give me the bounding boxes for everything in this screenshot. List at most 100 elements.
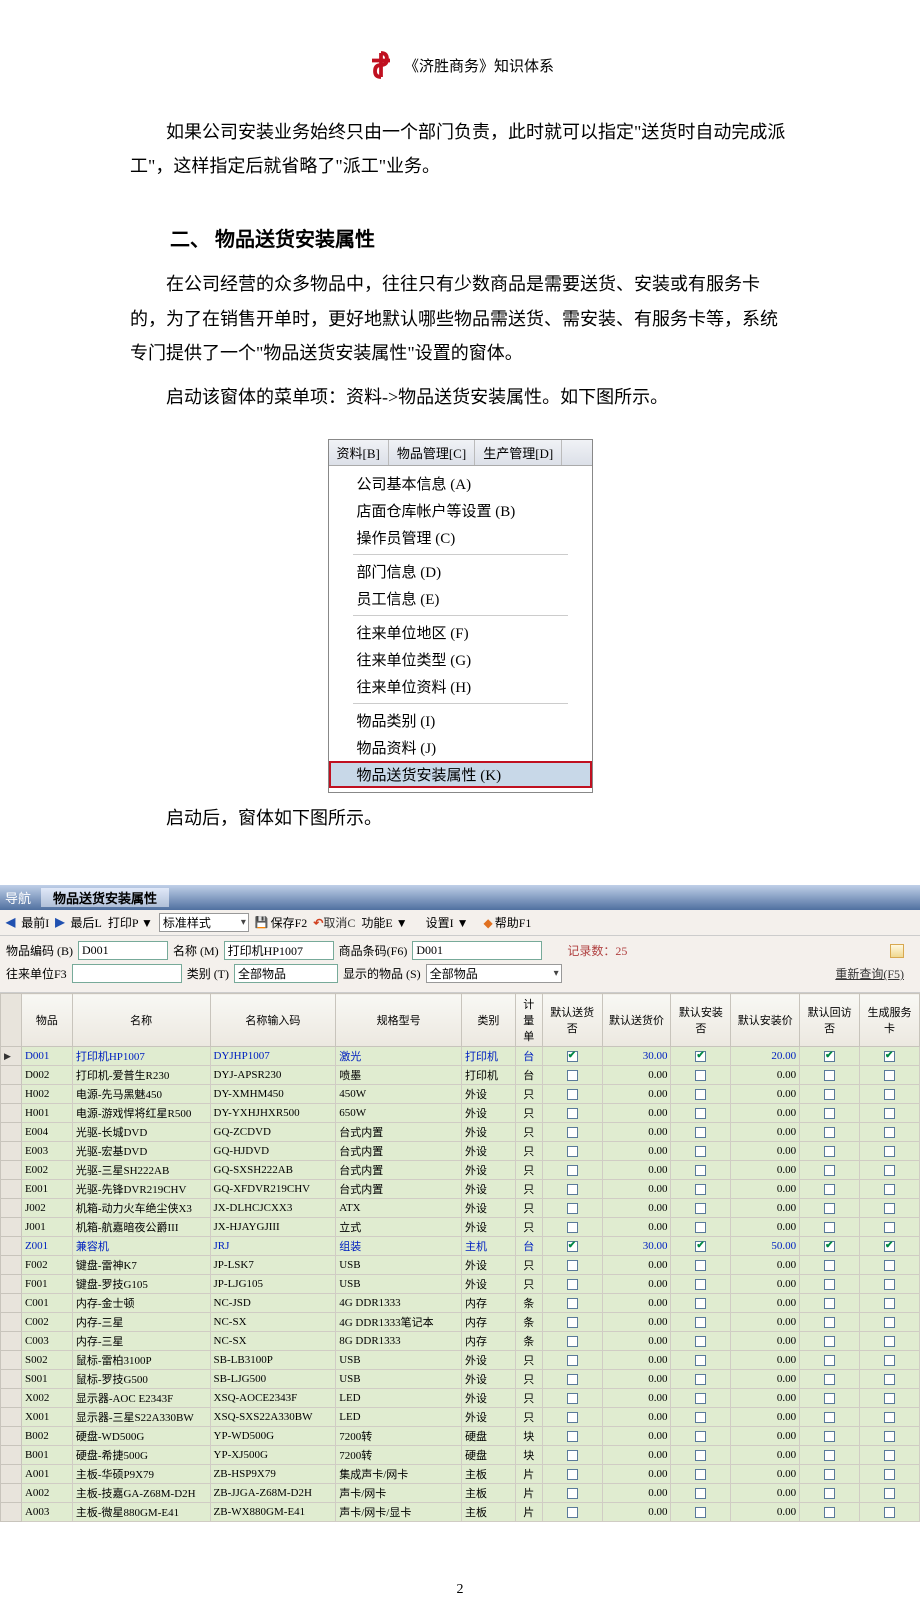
checkbox-icon[interactable] bbox=[567, 1241, 578, 1252]
checkbox-icon[interactable] bbox=[884, 1146, 895, 1157]
save-button[interactable]: 保存F2 bbox=[255, 914, 307, 931]
checkbox-icon[interactable] bbox=[695, 1412, 706, 1423]
checkbox-icon[interactable] bbox=[695, 1507, 706, 1518]
checkbox-icon[interactable] bbox=[695, 1450, 706, 1461]
table-row[interactable]: H002电源-先马黑魅450DY-XMHM450450W外设只0.000.00 bbox=[1, 1085, 920, 1104]
checkbox-icon[interactable] bbox=[824, 1412, 835, 1423]
checkbox-icon[interactable] bbox=[824, 1431, 835, 1442]
checkbox-icon[interactable] bbox=[695, 1089, 706, 1100]
table-header[interactable]: 规格型号 bbox=[336, 994, 462, 1047]
checkbox-icon[interactable] bbox=[884, 1317, 895, 1328]
checkbox-icon[interactable] bbox=[695, 1469, 706, 1480]
checkbox-icon[interactable] bbox=[824, 1393, 835, 1404]
table-row[interactable]: A001主板-华硕P9X79ZB-HSP9X79集成声卡/网卡主板片0.000.… bbox=[1, 1465, 920, 1484]
menu-item[interactable]: 物品资料 (J) bbox=[329, 734, 592, 761]
checkbox-icon[interactable] bbox=[695, 1184, 706, 1195]
checkbox-icon[interactable] bbox=[567, 1393, 578, 1404]
table-header[interactable]: 默认送货价 bbox=[602, 994, 671, 1047]
checkbox-icon[interactable] bbox=[824, 1108, 835, 1119]
table-row[interactable]: Z001兼容机JRJ组装主机台30.0050.00 bbox=[1, 1237, 920, 1256]
checkbox-icon[interactable] bbox=[567, 1507, 578, 1518]
table-header[interactable]: 生成服务卡 bbox=[860, 994, 920, 1047]
table-row[interactable]: E002光驱-三星SH222ABGQ-SXSH222AB台式内置外设只0.000… bbox=[1, 1161, 920, 1180]
checkbox-icon[interactable] bbox=[567, 1450, 578, 1461]
checkbox-icon[interactable] bbox=[695, 1336, 706, 1347]
checkbox-icon[interactable] bbox=[884, 1507, 895, 1518]
checkbox-icon[interactable] bbox=[824, 1279, 835, 1290]
checkbox-icon[interactable] bbox=[824, 1146, 835, 1157]
checkbox-icon[interactable] bbox=[824, 1298, 835, 1309]
checkbox-icon[interactable] bbox=[567, 1108, 578, 1119]
menu-item[interactable]: 店面仓库帐户等设置 (B) bbox=[329, 497, 592, 524]
checkbox-icon[interactable] bbox=[695, 1374, 706, 1385]
table-row[interactable]: X002显示器-AOC E2343FXSQ-AOCE2343FLED外设只0.0… bbox=[1, 1389, 920, 1408]
input-name[interactable] bbox=[224, 941, 334, 960]
checkbox-icon[interactable] bbox=[824, 1450, 835, 1461]
checkbox-icon[interactable] bbox=[824, 1336, 835, 1347]
nav-first-icon[interactable]: ◀ bbox=[6, 915, 15, 930]
menu-tab[interactable]: 物品管理[C] bbox=[389, 440, 475, 465]
checkbox-icon[interactable] bbox=[824, 1051, 835, 1062]
checkbox-icon[interactable] bbox=[567, 1089, 578, 1100]
table-row[interactable]: B001硬盘-希捷500GYP-XJ500G7200转硬盘块0.000.00 bbox=[1, 1446, 920, 1465]
checkbox-icon[interactable] bbox=[695, 1203, 706, 1214]
checkbox-icon[interactable] bbox=[695, 1051, 706, 1062]
table-row[interactable]: E004光驱-长城DVDGQ-ZCDVD台式内置外设只0.000.00 bbox=[1, 1123, 920, 1142]
nav-last-icon[interactable]: ▶ bbox=[55, 915, 64, 930]
table-row[interactable]: D001打印机HP1007DYJHP1007激光打印机台30.0020.00 bbox=[1, 1047, 920, 1066]
checkbox-icon[interactable] bbox=[884, 1393, 895, 1404]
menu-tab[interactable]: 资料[B] bbox=[329, 440, 389, 465]
menu-tab[interactable]: 生产管理[D] bbox=[475, 440, 562, 465]
table-header[interactable]: 名称输入码 bbox=[210, 994, 336, 1047]
checkbox-icon[interactable] bbox=[567, 1279, 578, 1290]
checkbox-icon[interactable] bbox=[695, 1165, 706, 1176]
requery-link[interactable]: 重新查询(F5) bbox=[835, 967, 904, 981]
checkbox-icon[interactable] bbox=[884, 1222, 895, 1233]
checkbox-icon[interactable] bbox=[567, 1203, 578, 1214]
checkbox-icon[interactable] bbox=[824, 1488, 835, 1499]
nav-active-tab[interactable]: 物品送货安装属性 bbox=[41, 888, 169, 907]
checkbox-icon[interactable] bbox=[567, 1165, 578, 1176]
checkbox-icon[interactable] bbox=[824, 1317, 835, 1328]
checkbox-icon[interactable] bbox=[884, 1165, 895, 1176]
table-row[interactable]: C003内存-三星NC-SX8G DDR1333内存条0.000.00 bbox=[1, 1332, 920, 1351]
checkbox-icon[interactable] bbox=[695, 1317, 706, 1328]
checkbox-icon[interactable] bbox=[824, 1507, 835, 1518]
cancel-button[interactable]: 取消C bbox=[313, 914, 355, 931]
checkbox-icon[interactable] bbox=[884, 1051, 895, 1062]
checkbox-icon[interactable] bbox=[695, 1431, 706, 1442]
table-row[interactable]: S002鼠标-雷柏3100PSB-LB3100PUSB外设只0.000.00 bbox=[1, 1351, 920, 1370]
checkbox-icon[interactable] bbox=[695, 1070, 706, 1081]
checkbox-icon[interactable] bbox=[824, 1469, 835, 1480]
checkbox-icon[interactable] bbox=[884, 1241, 895, 1252]
checkbox-icon[interactable] bbox=[695, 1260, 706, 1271]
checkbox-icon[interactable] bbox=[695, 1393, 706, 1404]
table-header[interactable]: 计量单 bbox=[515, 994, 542, 1047]
checkbox-icon[interactable] bbox=[824, 1165, 835, 1176]
function-button[interactable]: 功能E ▼ bbox=[361, 914, 407, 931]
table-row[interactable]: A002主板-技嘉GA-Z68M-D2HZB-JJGA-Z68M-D2H声卡/网… bbox=[1, 1484, 920, 1503]
checkbox-icon[interactable] bbox=[567, 1051, 578, 1062]
checkbox-icon[interactable] bbox=[567, 1127, 578, 1138]
checkbox-icon[interactable] bbox=[884, 1184, 895, 1195]
checkbox-icon[interactable] bbox=[824, 1184, 835, 1195]
checkbox-icon[interactable] bbox=[567, 1374, 578, 1385]
table-row[interactable]: J001机箱-航嘉暗夜公爵IIIJX-HJAYGJIII立式外设只0.000.0… bbox=[1, 1218, 920, 1237]
checkbox-icon[interactable] bbox=[884, 1260, 895, 1271]
print-button[interactable]: 打印P ▼ bbox=[108, 914, 153, 931]
table-row[interactable]: A003主板-微星880GM-E41ZB-WX880GM-E41声卡/网卡/显卡… bbox=[1, 1503, 920, 1522]
table-header[interactable]: 默认回访否 bbox=[800, 994, 860, 1047]
table-row[interactable]: E003光驱-宏基DVDGQ-HJDVD台式内置外设只0.000.00 bbox=[1, 1142, 920, 1161]
help-button[interactable]: 帮助F1 bbox=[483, 914, 531, 931]
checkbox-icon[interactable] bbox=[567, 1469, 578, 1480]
input-unit[interactable] bbox=[72, 964, 182, 983]
checkbox-icon[interactable] bbox=[884, 1431, 895, 1442]
table-row[interactable]: C001内存-金士顿NC-JSD4G DDR1333内存条0.000.00 bbox=[1, 1294, 920, 1313]
menu-item[interactable]: 员工信息 (E) bbox=[329, 585, 592, 612]
checkbox-icon[interactable] bbox=[884, 1127, 895, 1138]
checkbox-icon[interactable] bbox=[884, 1298, 895, 1309]
checkbox-icon[interactable] bbox=[824, 1070, 835, 1081]
table-row[interactable]: C002内存-三星NC-SX4G DDR1333笔记本内存条0.000.00 bbox=[1, 1313, 920, 1332]
checkbox-icon[interactable] bbox=[884, 1336, 895, 1347]
nav-dao[interactable]: 导航 bbox=[5, 888, 31, 907]
